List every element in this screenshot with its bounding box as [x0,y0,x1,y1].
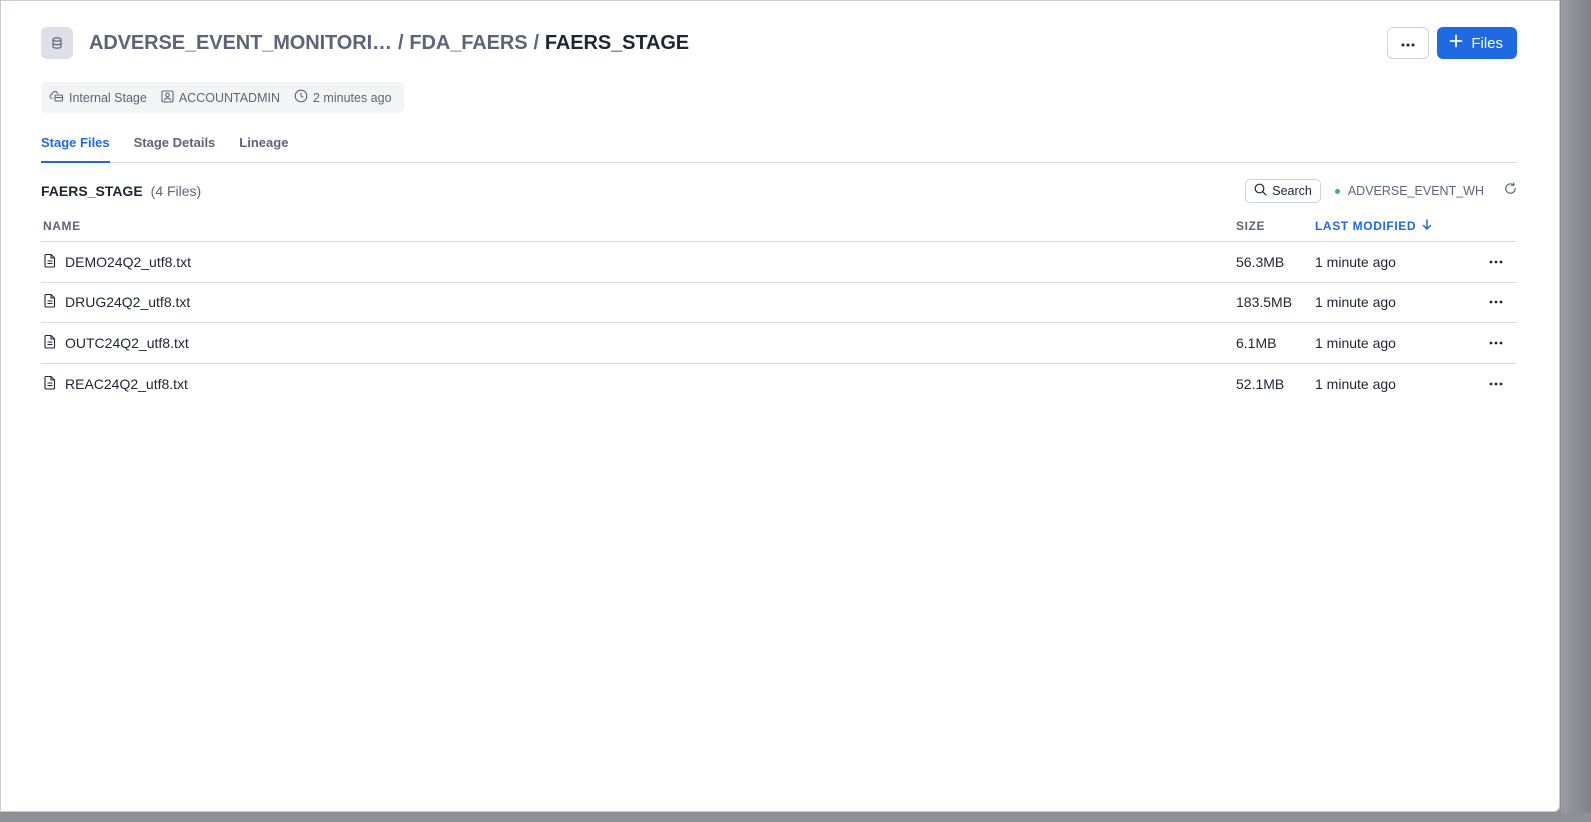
file-text-icon [43,293,57,311]
file-text-icon [43,253,57,271]
background-edge [0,813,1591,822]
more-horizontal-icon[interactable] [1489,382,1503,386]
file-name-cell: REAC24Q2_utf8.txt [41,375,1236,393]
table-row[interactable]: DEMO24Q2_utf8.txt 56.3MB 1 minute ago [41,242,1517,283]
file-name[interactable]: REAC24Q2_utf8.txt [65,376,188,392]
warehouse-label: ADVERSE_EVENT_WH [1347,184,1484,198]
file-name-cell: DEMO24Q2_utf8.txt [41,253,1236,271]
file-name[interactable]: OUTC24Q2_utf8.txt [65,335,189,351]
column-name[interactable]: NAME [41,219,1236,233]
cloud-stage-icon [49,89,64,106]
row-actions [1475,341,1517,345]
file-count: (4 Files) [150,183,202,199]
add-files-label: Files [1471,34,1503,52]
file-name[interactable]: DRUG24Q2_utf8.txt [65,294,190,310]
tab-lineage[interactable]: Lineage [239,127,288,162]
stage-type-label: Internal Stage [69,90,147,105]
table-row[interactable]: DRUG24Q2_utf8.txt 183.5MB 1 minute ago [41,283,1517,323]
table-header: NAME SIZE LAST MODIFIED [41,211,1517,242]
row-actions [1475,382,1517,386]
file-size: 6.1MB [1236,334,1277,351]
warehouse-status-dot [1334,188,1340,194]
created-label: 2 minutes ago [313,90,392,105]
search-icon [1254,183,1267,199]
file-size: 52.1MB [1236,375,1285,392]
file-text-icon [43,334,57,352]
tab-stage-files[interactable]: Stage Files [41,127,110,163]
row-actions [1475,300,1517,304]
breadcrumb-separator: / [397,31,404,54]
file-size: 56.3MB [1236,253,1285,270]
more-horizontal-icon[interactable] [1489,260,1503,264]
file-text-icon [43,375,57,393]
file-name[interactable]: DEMO24Q2_utf8.txt [65,254,191,270]
file-size: 183.5MB [1236,294,1293,311]
user-badge-icon [161,89,174,106]
page-header: ADVERSE_EVENT_MONITORI… / FDA_FAERS / FA… [41,25,1517,61]
add-files-button[interactable]: Files [1437,27,1517,59]
stage-owner: ACCOUNTADMIN [161,89,280,106]
more-actions-button[interactable] [1387,27,1430,59]
breadcrumb: ADVERSE_EVENT_MONITORI… / FDA_FAERS / FA… [89,32,689,55]
breadcrumb-database[interactable]: ADVERSE_EVENT_MONITORI… [89,32,392,55]
refresh-button[interactable] [1504,182,1517,200]
page-title: FAERS_STAGE [544,31,690,54]
header-actions: Files [1387,27,1517,59]
stage-panel: ADVERSE_EVENT_MONITORI… / FDA_FAERS / FA… [0,0,1560,812]
file-modified: 1 minute ago [1315,334,1396,351]
warehouse-selector[interactable]: ADVERSE_EVENT_WH [1334,184,1484,198]
plus-icon [1449,34,1463,52]
database-icon [41,27,73,59]
arrow-down-icon [1422,219,1432,233]
column-size[interactable]: SIZE [1236,219,1315,233]
file-modified: 1 minute ago [1315,294,1396,311]
table-row[interactable]: REAC24Q2_utf8.txt 52.1MB 1 minute ago [41,364,1517,405]
more-horizontal-icon[interactable] [1489,300,1503,304]
section-tools: Search ADVERSE_EVENT_WH [1245,179,1517,203]
tab-stage-details[interactable]: Stage Details [134,127,216,162]
files-table: NAME SIZE LAST MODIFIED DEMO24Q2_utf8.tx… [41,211,1517,404]
file-modified: 1 minute ago [1315,253,1396,270]
stage-meta: Internal Stage ACCOUNTADMIN 2 minutes ag… [41,82,404,113]
file-name-cell: DRUG24Q2_utf8.txt [41,293,1236,311]
tab-bar: Stage Files Stage Details Lineage [41,127,1517,163]
file-name-cell: OUTC24Q2_utf8.txt [41,334,1236,352]
breadcrumb-separator: / [533,31,539,54]
files-section-header: FAERS_STAGE (4 Files) Search ADVERSE_EVE… [41,177,1517,205]
stage-created: 2 minutes ago [294,89,392,106]
owner-label: ACCOUNTADMIN [178,90,280,105]
column-last-modified[interactable]: LAST MODIFIED [1315,219,1475,233]
row-actions [1475,260,1517,264]
clock-icon [294,89,308,106]
stage-type: Internal Stage [49,89,147,106]
search-label: Search [1272,184,1312,198]
more-horizontal-icon[interactable] [1489,341,1503,345]
column-last-modified-label: LAST MODIFIED [1315,219,1417,233]
refresh-icon [1504,182,1517,200]
file-modified: 1 minute ago [1315,375,1396,392]
section-title: FAERS_STAGE [41,183,143,199]
more-horizontal-icon [1401,34,1415,52]
background-edge [1561,0,1591,822]
breadcrumb-schema[interactable]: FDA_FAERS [409,32,527,55]
table-row[interactable]: OUTC24Q2_utf8.txt 6.1MB 1 minute ago [41,323,1517,364]
search-button[interactable]: Search [1245,179,1321,203]
